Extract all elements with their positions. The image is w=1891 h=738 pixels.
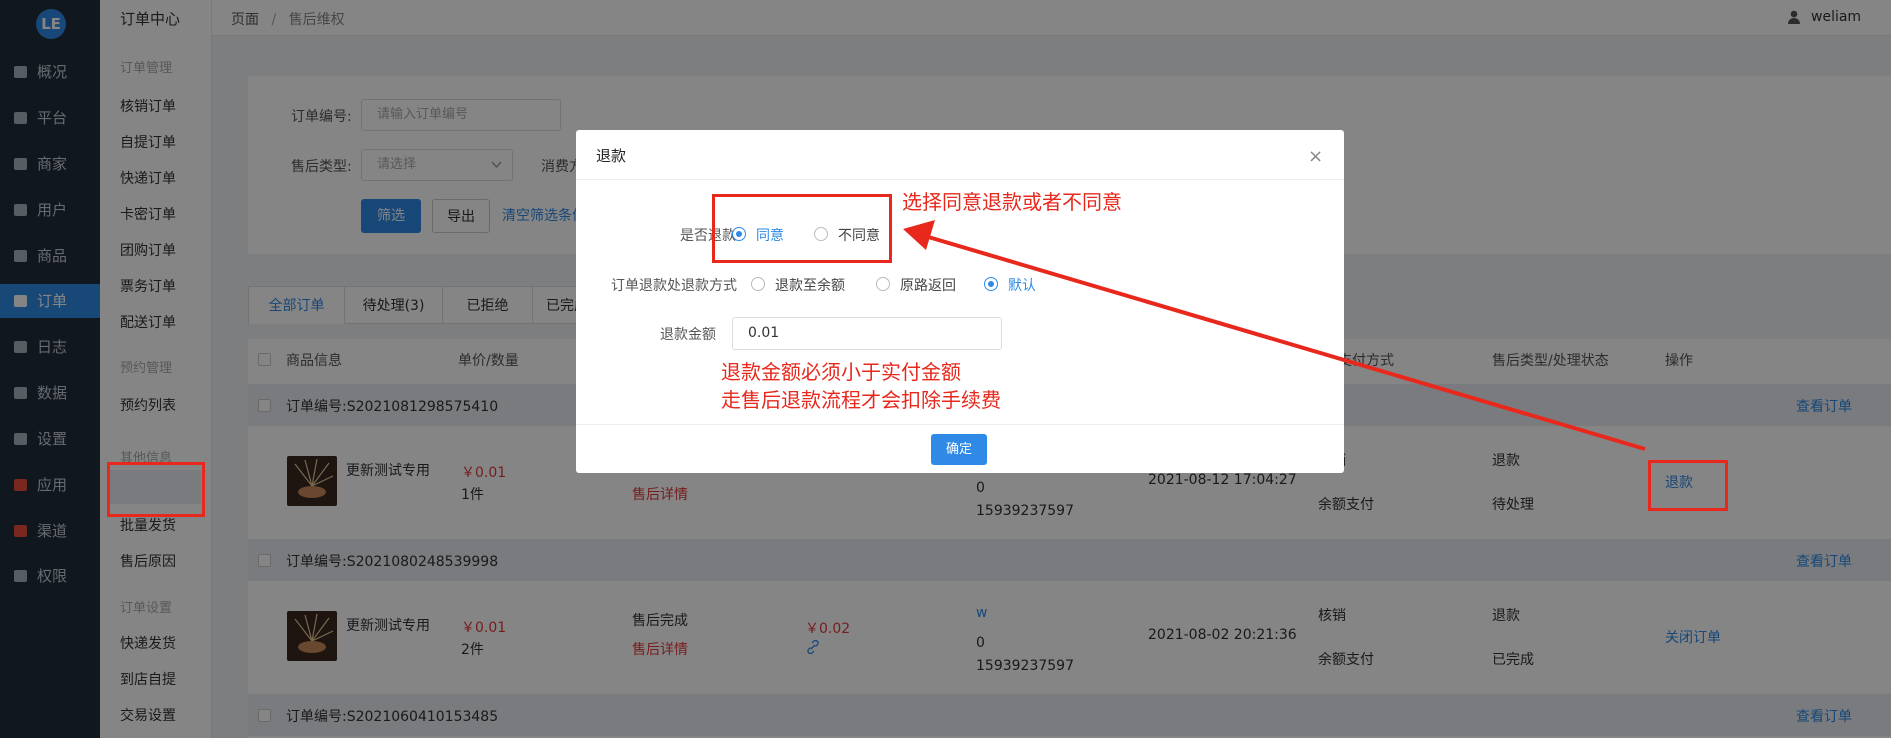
method-default-label[interactable]: 默认 [1008, 275, 1036, 295]
method-balance-radio[interactable] [751, 277, 765, 291]
dialog-divider [576, 179, 1344, 180]
highlight-box-agree [712, 194, 892, 263]
refund-amount-input[interactable]: 0.01 [732, 317, 1002, 350]
method-original-radio[interactable] [876, 277, 890, 291]
close-icon[interactable]: × [1308, 146, 1323, 167]
method-label: 订单退款处退款方式 [611, 278, 737, 294]
highlight-box-after-sale [107, 462, 205, 517]
highlight-box-refund-action [1648, 460, 1728, 511]
refund-dialog: 退款 × 是否退款 同意 不同意 订单退款处退款方式 退款至余额 原路返回 默认… [576, 130, 1344, 473]
method-original-label[interactable]: 原路返回 [900, 275, 956, 295]
annotation-amount: 退款金额必须小于实付金额 [721, 360, 961, 384]
annotation-agree: 选择同意退款或者不同意 [902, 190, 1122, 214]
annotation-fee: 走售后退款流程才会扣除手续费 [721, 388, 1001, 412]
dialog-title: 退款 [596, 147, 627, 165]
method-default-radio[interactable] [984, 277, 998, 291]
method-balance-label[interactable]: 退款至余额 [775, 275, 845, 295]
amount-label: 退款金额 [660, 327, 716, 343]
confirm-button[interactable]: 确定 [931, 434, 987, 465]
dialog-divider [576, 424, 1344, 425]
